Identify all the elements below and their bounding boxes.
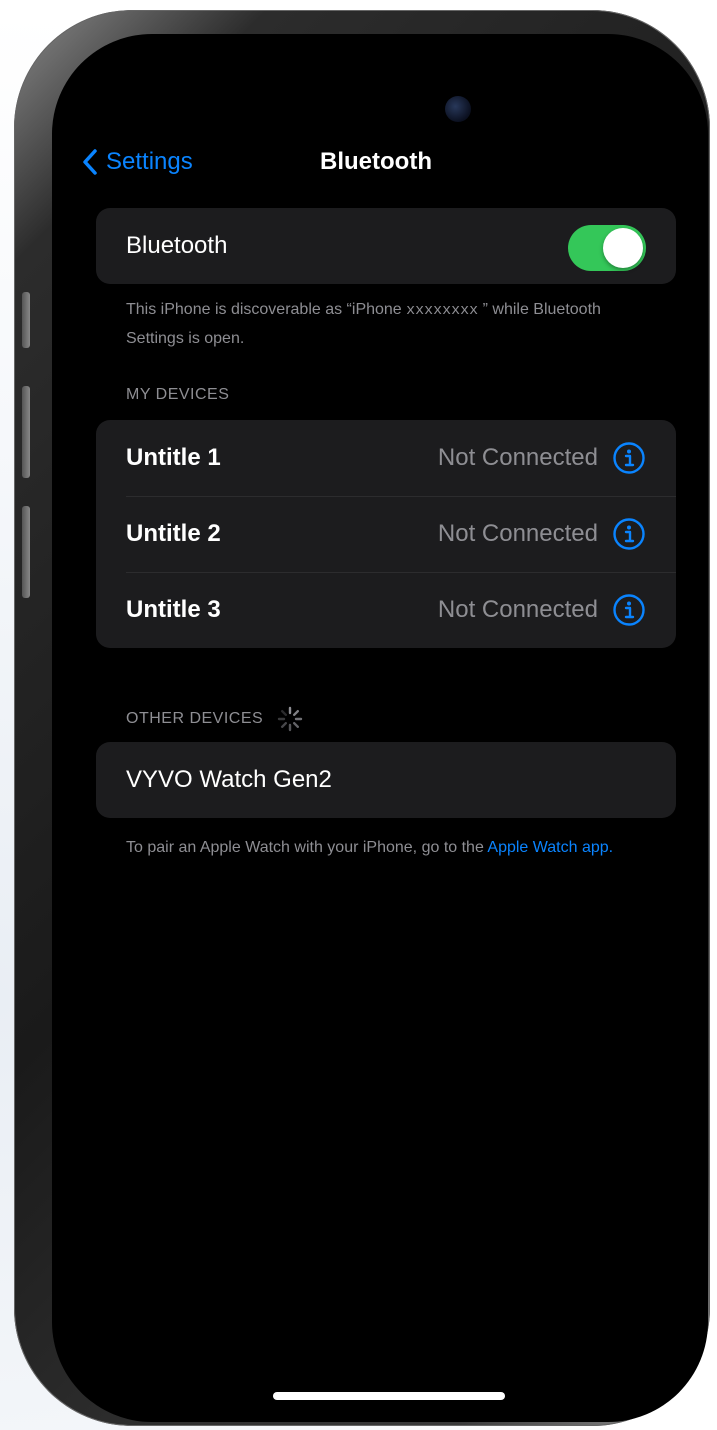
toggle-knob [603, 228, 643, 268]
apple-watch-note: To pair an Apple Watch with your iPhone,… [126, 834, 656, 862]
discoverable-prefix: This iPhone is discoverable as “iPhone [126, 301, 407, 318]
device-row[interactable]: Untitle 2 Not Connected [96, 496, 676, 572]
activity-spinner-icon [277, 706, 303, 732]
apple-watch-app-link[interactable]: Apple Watch app. [487, 839, 613, 856]
bluetooth-toggle[interactable] [568, 225, 646, 271]
other-devices-header-label: OTHER DEVICES [126, 710, 264, 727]
device-name: Untitle 2 [126, 520, 221, 547]
device-row[interactable]: Untitle 3 Not Connected [96, 572, 676, 648]
chevron-left-icon [83, 149, 97, 175]
device-status: Not Connected [437, 596, 598, 623]
my-devices-header: MY DEVICES [126, 386, 229, 404]
device-status: Not Connected [437, 444, 598, 471]
front-camera-icon [445, 96, 471, 122]
back-button-label: Settings [106, 148, 193, 175]
device-name: Untitle 3 [126, 596, 221, 623]
other-device-name: VYVO Watch Gen2 [126, 766, 332, 793]
back-button[interactable]: Settings [82, 134, 193, 190]
bluetooth-label: Bluetooth [126, 232, 228, 259]
bluetooth-toggle-group: Bluetooth [96, 208, 676, 284]
other-devices-group: VYVO Watch Gen2 [96, 742, 676, 818]
info-circle-icon[interactable] [612, 441, 646, 475]
info-circle-icon[interactable] [612, 593, 646, 627]
discoverable-device-name: xxxxxxxx [406, 302, 479, 319]
device-name: Untitle 1 [126, 444, 221, 471]
action-button [22, 292, 30, 348]
my-devices-header-label: MY DEVICES [126, 386, 230, 403]
device-status: Not Connected [437, 520, 598, 547]
volume-up-button [22, 386, 30, 478]
other-devices-header: OTHER DEVICES [126, 706, 303, 732]
other-device-row[interactable]: VYVO Watch Gen2 [96, 742, 676, 818]
device-row[interactable]: Untitle 1 Not Connected [96, 420, 676, 496]
my-devices-group: Untitle 1 Not Connected Untitle 2 Not Co… [96, 420, 676, 648]
discoverable-note: This iPhone is discoverable as “iPhone x… [126, 296, 656, 353]
phone-frame: Bluetooth Settings Bluetooth This iPhone… [14, 10, 710, 1426]
apple-watch-note-text: To pair an Apple Watch with your iPhone,… [126, 839, 488, 856]
bluetooth-row: Bluetooth [96, 208, 676, 284]
info-circle-icon[interactable] [612, 517, 646, 551]
home-indicator[interactable] [273, 1392, 505, 1400]
volume-down-button [22, 506, 30, 598]
navigation-bar: Bluetooth Settings [52, 134, 708, 190]
phone-screen: Bluetooth Settings Bluetooth This iPhone… [52, 34, 708, 1422]
